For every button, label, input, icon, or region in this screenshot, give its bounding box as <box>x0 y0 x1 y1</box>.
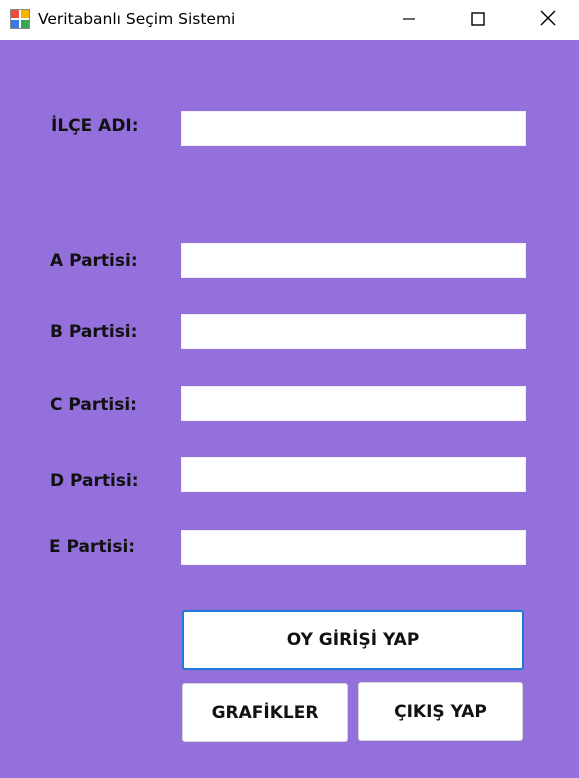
party-d-input[interactable] <box>181 457 526 492</box>
exit-button[interactable]: ÇIKIŞ YAP <box>358 682 523 741</box>
minimize-button[interactable] <box>386 0 432 40</box>
district-label: İLÇE ADI: <box>51 116 139 136</box>
window-title: Veritabanlı Seçim Sistemi <box>38 10 236 28</box>
party-a-label: A Partisi: <box>50 251 138 271</box>
charts-button[interactable]: GRAFİKLER <box>182 683 348 742</box>
maximize-icon <box>471 11 485 30</box>
form-client-area: İLÇE ADI: A Partisi: B Partisi: C Partis… <box>0 40 579 778</box>
party-b-label: B Partisi: <box>50 322 138 342</box>
title-bar[interactable]: Veritabanlı Seçim Sistemi <box>0 0 579 40</box>
submit-vote-button[interactable]: OY GİRİŞİ YAP <box>182 610 524 670</box>
minimize-icon <box>402 11 416 30</box>
party-b-input[interactable] <box>181 314 526 349</box>
party-e-input[interactable] <box>181 530 526 565</box>
app-icon <box>10 9 30 29</box>
close-icon <box>540 10 556 30</box>
district-input[interactable] <box>181 111 526 146</box>
close-button[interactable] <box>525 0 571 40</box>
maximize-button[interactable] <box>455 0 501 40</box>
party-e-label: E Partisi: <box>49 537 136 557</box>
party-a-input[interactable] <box>181 243 526 278</box>
party-d-label: D Partisi: <box>50 471 139 491</box>
party-c-label: C Partisi: <box>50 395 137 415</box>
party-c-input[interactable] <box>181 386 526 421</box>
